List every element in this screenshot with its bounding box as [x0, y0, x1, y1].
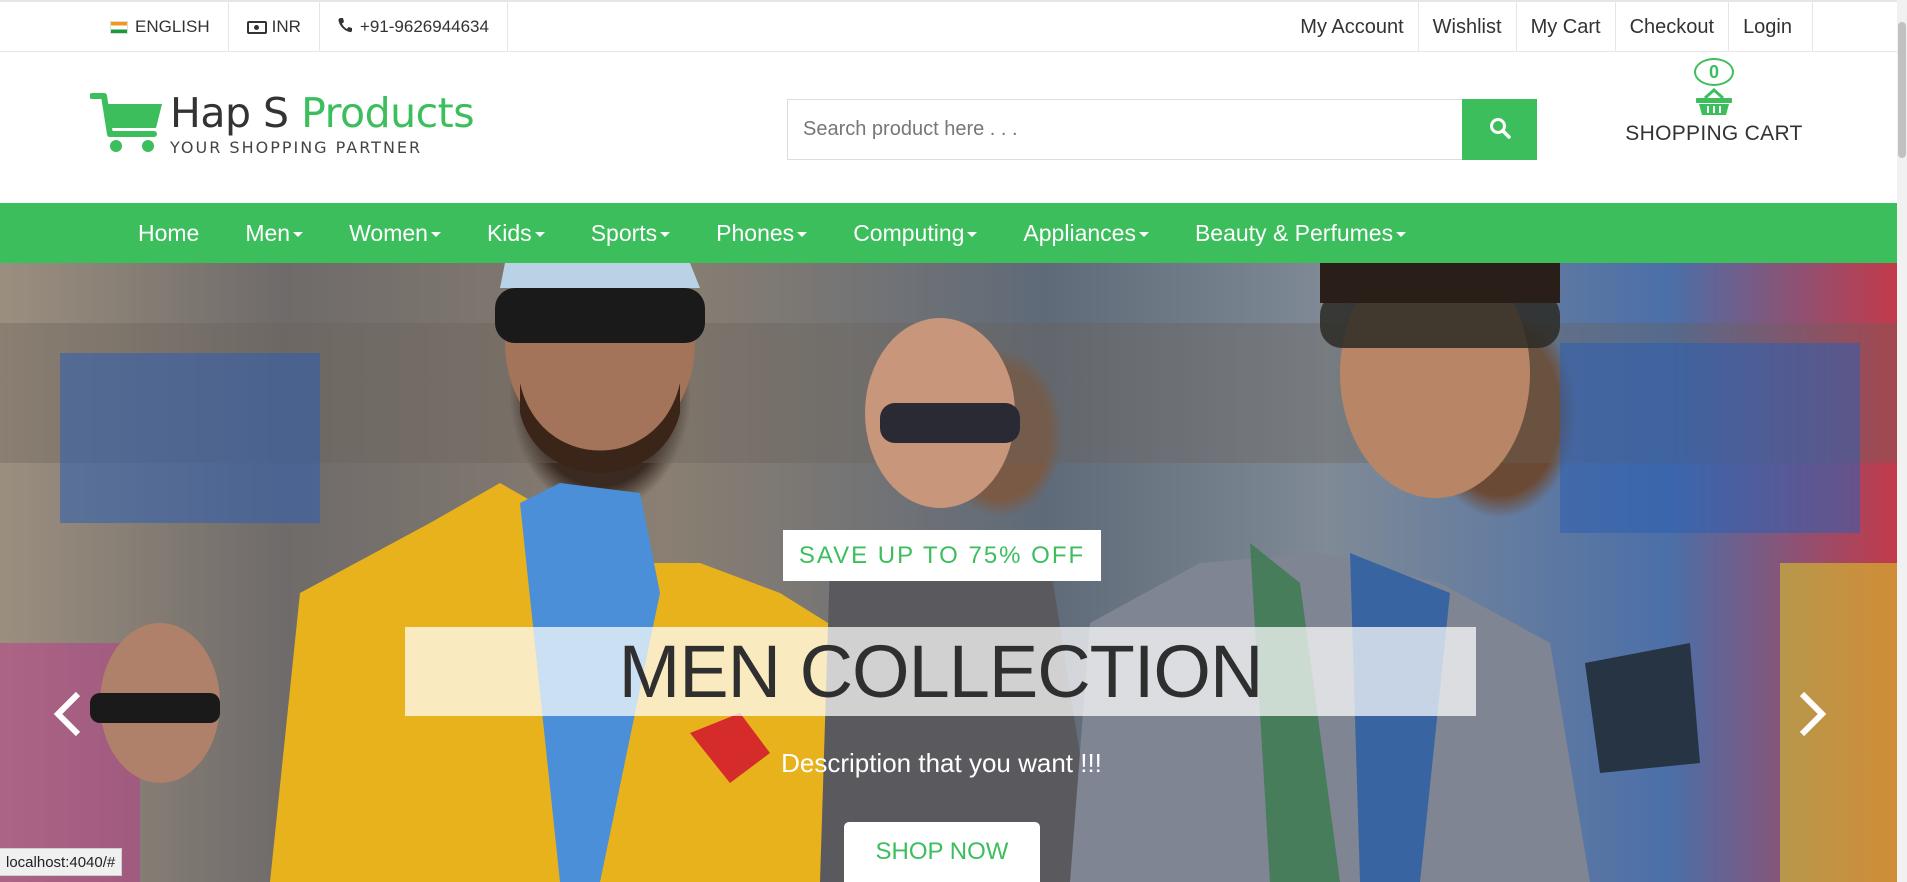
caret-down-icon	[660, 232, 671, 237]
chevron-left-icon	[53, 691, 81, 737]
nav-item-men[interactable]: Men	[222, 220, 326, 247]
main-nav: Home Men Women Kids Sports Phones Comput…	[0, 203, 1897, 263]
site-logo[interactable]: Hap S Products YOUR SHOPPING PARTNER	[89, 89, 475, 157]
slider-next-button[interactable]	[1796, 688, 1830, 748]
caret-down-icon	[430, 232, 441, 237]
phone-contact[interactable]: +91-9626944634	[320, 2, 508, 52]
checkout-link[interactable]: Checkout	[1616, 2, 1730, 52]
language-label: ENGLISH	[135, 17, 210, 36]
chevron-right-icon	[1799, 691, 1827, 737]
phone-number: +91-9626944634	[359, 17, 489, 36]
nav-item-appliances[interactable]: Appliances	[1000, 220, 1172, 247]
hero-description: Description that you want !!!	[781, 748, 1102, 778]
top-bar: ENGLISH INR +91-9626944634 My Account Wi…	[0, 0, 1897, 52]
logo-name: Hap S Products	[170, 89, 475, 137]
logo-text: Hap S Products YOUR SHOPPING PARTNER	[170, 89, 475, 157]
cart-logo-icon	[89, 90, 164, 156]
caret-down-icon	[797, 232, 808, 237]
nav-label: Beauty & Perfumes	[1194, 219, 1394, 246]
nav-label: Phones	[716, 219, 795, 246]
nav-item-phones[interactable]: Phones	[693, 220, 830, 247]
shop-now-button[interactable]: SHOP NOW	[844, 822, 1040, 882]
nav-item-sports[interactable]: Sports	[568, 220, 693, 247]
nav-item-computing[interactable]: Computing	[830, 220, 1000, 247]
language-selector[interactable]: ENGLISH	[92, 2, 229, 52]
nav-label: Appliances	[1023, 219, 1136, 246]
caret-down-icon	[1396, 232, 1407, 237]
logo-name-part2: Products	[301, 89, 475, 137]
wishlist-link[interactable]: Wishlist	[1419, 2, 1517, 52]
caret-down-icon	[967, 232, 978, 237]
page-scrollbar[interactable]	[1897, 0, 1907, 882]
caret-down-icon	[293, 232, 304, 237]
my-account-link[interactable]: My Account	[1286, 2, 1419, 52]
nav-item-home[interactable]: Home	[115, 220, 222, 247]
slider-prev-button[interactable]	[50, 688, 84, 748]
basket-icon	[1695, 87, 1733, 116]
caret-down-icon	[534, 232, 545, 237]
nav-label: Sports	[590, 219, 658, 246]
hero-headline: MEN COLLECTION	[405, 627, 1476, 716]
site-header: Hap S Products YOUR SHOPPING PARTNER 0 S…	[0, 52, 1897, 203]
search-button[interactable]	[1462, 99, 1537, 160]
nav-label: Computing	[853, 219, 965, 246]
nav-label: Women	[349, 219, 428, 246]
top-bar-left: ENGLISH INR +91-9626944634	[92, 2, 508, 52]
hero-sale-badge: SAVE UP TO 75% OFF	[783, 530, 1101, 581]
caret-down-icon	[1138, 232, 1149, 237]
currency-label: INR	[271, 17, 301, 36]
phone-icon	[338, 17, 352, 38]
flag-india-icon	[110, 20, 128, 34]
logo-name-part1: Hap S	[170, 89, 302, 137]
search-bar	[787, 99, 1537, 160]
nav-label: Kids	[486, 219, 532, 246]
currency-selector[interactable]: INR	[229, 2, 320, 52]
nav-label: Men	[245, 219, 291, 246]
shopping-cart[interactable]: 0 SHOPPING CART	[1625, 58, 1803, 146]
logo-tagline: YOUR SHOPPING PARTNER	[170, 138, 423, 157]
scrollbar-thumb[interactable]	[1898, 22, 1906, 158]
browser-status-url: localhost:4040/#	[0, 848, 123, 876]
search-icon	[1489, 117, 1511, 142]
login-link[interactable]: Login	[1729, 2, 1813, 52]
top-bar-right: My Account Wishlist My Cart Checkout Log…	[1286, 2, 1813, 52]
nav-item-beauty-perfumes[interactable]: Beauty & Perfumes	[1172, 220, 1429, 247]
nav-item-kids[interactable]: Kids	[464, 220, 568, 247]
nav-label: Home	[138, 219, 200, 246]
nav-item-women[interactable]: Women	[326, 220, 464, 247]
money-icon	[246, 20, 267, 34]
cart-count-badge: 0	[1694, 58, 1734, 86]
search-input[interactable]	[787, 99, 1462, 160]
cart-label: SHOPPING CART	[1625, 122, 1803, 145]
my-cart-link[interactable]: My Cart	[1517, 2, 1616, 52]
